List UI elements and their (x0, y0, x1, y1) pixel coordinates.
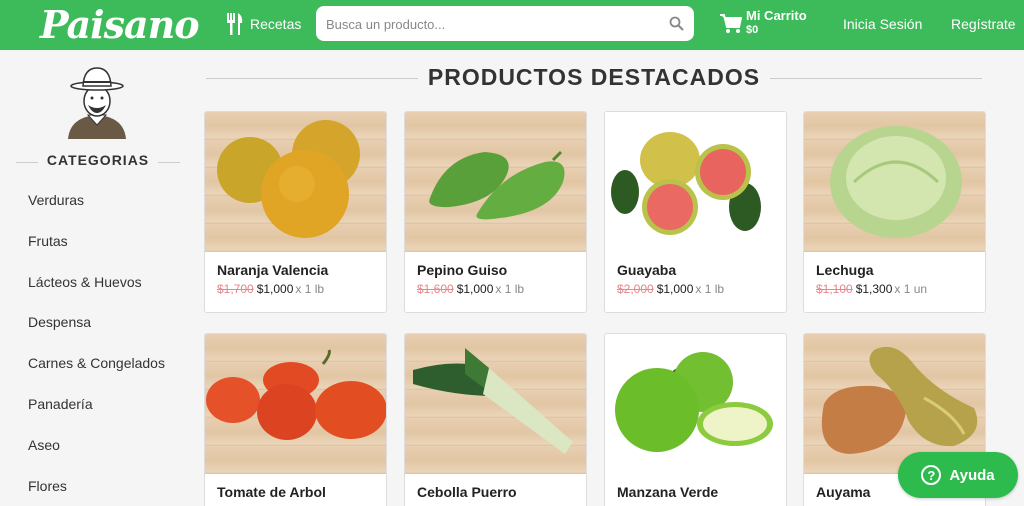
product-price: $1,600 $1,000 x 1 lb (405, 278, 586, 296)
current-price: $1,300 (855, 282, 893, 296)
product-image (804, 112, 985, 252)
product-name: Tomate de Arbol (217, 484, 326, 500)
product-card[interactable]: Guayaba $2,000 $1,000 x 1 lb (604, 111, 787, 313)
category-item-despensa[interactable]: Despensa (28, 314, 165, 355)
category-item-panaderia[interactable]: Panadería (28, 396, 165, 437)
current-price: $1,000 (456, 282, 494, 296)
product-card[interactable]: Naranja Valencia $1,700 $1,000 x 1 lb (204, 111, 387, 313)
category-item-carnes-congelados[interactable]: Carnes & Congelados (28, 355, 165, 396)
product-name: Naranja Valencia (217, 262, 329, 278)
categories-heading: CATEGORIAS (16, 152, 180, 172)
category-item-verduras[interactable]: Verduras (28, 192, 165, 233)
product-card[interactable]: Lechuga $1,100 $1,300 x 1 un (803, 111, 986, 313)
old-price: $1,100 (816, 282, 853, 296)
search-box (316, 6, 694, 41)
category-item-flores[interactable]: Flores (28, 478, 165, 506)
current-price: $1,000 (656, 282, 694, 296)
search-input[interactable] (326, 14, 656, 34)
product-name: Pepino Guiso (417, 262, 508, 278)
help-button[interactable]: ? Ayuda (898, 452, 1018, 498)
current-price: $1,000 (256, 282, 294, 296)
product-card[interactable]: Cebolla Puerro (404, 333, 587, 506)
help-label: Ayuda (949, 466, 995, 484)
product-image (205, 112, 386, 252)
price-unit: x 1 lb (695, 282, 725, 296)
product-image (405, 112, 586, 252)
cucumber-icon (429, 150, 565, 220)
product-price: $1,700 $1,000 x 1 lb (205, 278, 386, 296)
cart-label: Mi Carrito (746, 8, 807, 23)
category-item-frutas[interactable]: Frutas (28, 233, 165, 274)
product-name: Guayaba (617, 262, 677, 278)
featured-heading: PRODUCTOS DESTACADOS (206, 64, 982, 94)
product-card[interactable]: Pepino Guiso $1,600 $1,000 x 1 lb (404, 111, 587, 313)
product-image (405, 334, 586, 474)
top-navbar: Paisano Recetas Mi Carrito $0 Inicia Ses… (0, 0, 1024, 50)
product-name: Cebolla Puerro (417, 484, 517, 500)
product-card[interactable]: Manzana Verde (604, 333, 787, 506)
cart-total: $0 (746, 24, 759, 36)
utensils-icon (227, 13, 243, 35)
product-name: Manzana Verde (617, 484, 719, 500)
site-logo[interactable]: Paisano (40, 2, 200, 47)
cart-icon (720, 14, 742, 33)
product-price: $2,000 $1,000 x 1 lb (605, 278, 786, 296)
product-image (205, 334, 386, 474)
categories-title: CATEGORIAS (46, 152, 150, 168)
price-unit: x 1 lb (295, 282, 325, 296)
green-apple-icon (615, 352, 773, 452)
recipes-label: Recetas (250, 16, 302, 32)
category-item-aseo[interactable]: Aseo (28, 437, 165, 478)
register-link[interactable]: Regístrate (951, 16, 1016, 32)
product-card[interactable]: Tomate de Arbol (204, 333, 387, 506)
product-price: $1,100 $1,300 x 1 un (804, 278, 985, 296)
orange-icon (217, 120, 360, 238)
leek-icon (413, 348, 573, 454)
old-price: $1,700 (217, 282, 254, 296)
login-link[interactable]: Inicia Sesión (843, 16, 922, 32)
guava-icon (611, 132, 761, 235)
category-item-lacteos-huevos[interactable]: Lácteos & Huevos (28, 274, 165, 315)
category-list: Verduras Frutas Lácteos & Huevos Despens… (28, 192, 165, 506)
old-price: $1,600 (417, 282, 454, 296)
search-icon[interactable] (669, 16, 684, 31)
product-name: Lechuga (816, 262, 874, 278)
farmer-mascot-logo (68, 67, 126, 139)
product-image (605, 334, 786, 474)
price-unit: x 1 un (894, 282, 928, 296)
tree-tomato-icon (206, 349, 386, 440)
lettuce-icon (830, 126, 962, 238)
product-image (605, 112, 786, 252)
page-title: PRODUCTOS DESTACADOS (427, 64, 761, 90)
recipes-link[interactable]: Recetas (226, 13, 301, 35)
question-icon: ? (921, 465, 942, 485)
old-price: $2,000 (617, 282, 654, 296)
price-unit: x 1 lb (495, 282, 525, 296)
